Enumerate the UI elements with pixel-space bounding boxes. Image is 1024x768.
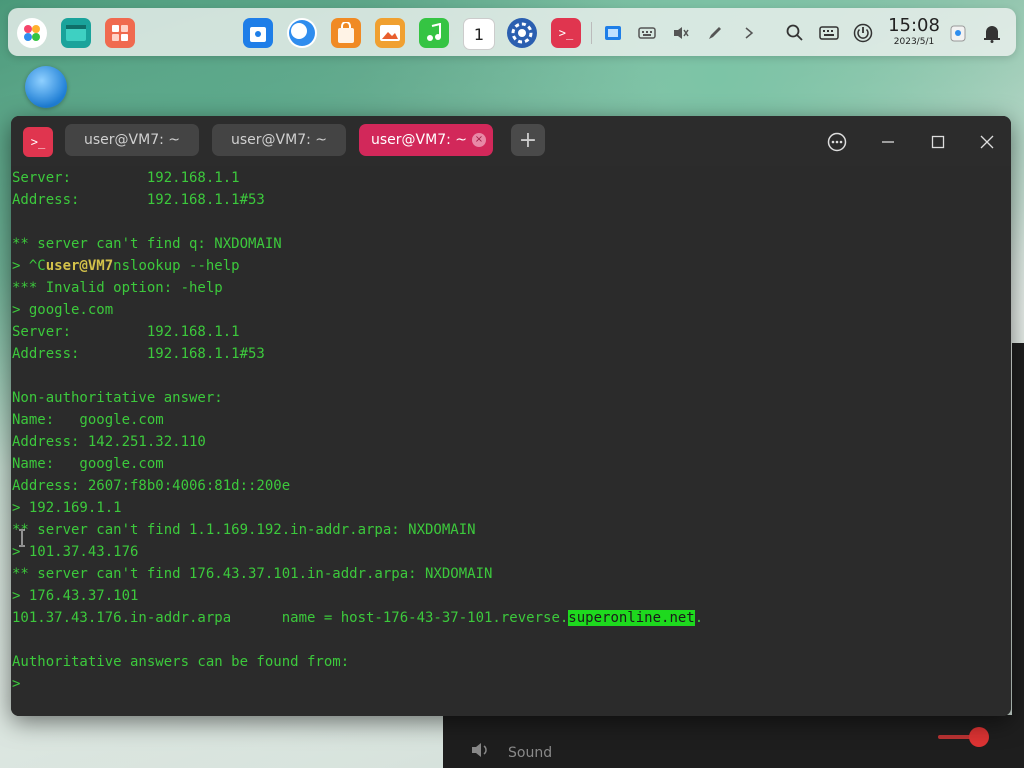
close-button[interactable]: [975, 130, 999, 154]
search-icon[interactable]: [784, 22, 806, 44]
terminal-line: Address: 142.251.32.110: [12, 434, 206, 450]
app-store-icon[interactable]: [105, 18, 135, 48]
maximize-button[interactable]: [926, 130, 950, 154]
terminal-line-prompt: > ^Cuser@VM7nslookup --help: [12, 255, 240, 277]
terminal-prompt-line: >: [12, 676, 21, 692]
launcher-grid-icon[interactable]: [17, 18, 47, 48]
terminal-line: > 192.169.1.1: [12, 500, 122, 516]
tab-label: user@VM7: ~: [371, 132, 467, 148]
terminal-app-icon: >_: [23, 127, 53, 157]
terminal-username: user@VM7: [45, 258, 114, 274]
terminal-text: > ^C: [12, 258, 46, 274]
terminal-line: Name: google.com: [12, 456, 164, 472]
selected-text[interactable]: superonline.net: [568, 610, 695, 626]
tab-2[interactable]: user@VM7: ~: [212, 124, 346, 156]
background-window-edge: [1012, 343, 1024, 723]
image-viewer-icon[interactable]: [375, 18, 405, 48]
terminal-line: > 101.37.43.176: [12, 544, 139, 560]
settings-gear-icon[interactable]: [507, 18, 537, 48]
terminal-line: *** Invalid option: -help: [12, 280, 223, 296]
screenshot-icon[interactable]: [602, 22, 624, 44]
terminal-text: 101.37.43.176.in-addr.arpa name = host-1…: [12, 610, 569, 626]
clock[interactable]: 15:08 2023/5/1: [884, 16, 944, 48]
terminal-line: ** server can't find q: NXDOMAIN: [12, 236, 282, 252]
file-manager-icon[interactable]: [61, 18, 91, 48]
dock-divider: [591, 22, 592, 44]
tab-1[interactable]: user@VM7: ~: [65, 124, 199, 156]
trash-icon[interactable]: [947, 22, 969, 44]
terminal-output[interactable]: Server: 192.168.1.1 Address: 192.168.1.1…: [11, 166, 1011, 716]
terminal-line: Address: 2607:f8b0:4006:81d::200e: [12, 478, 291, 494]
terminal-line: Address: 192.168.1.1#53: [12, 346, 265, 362]
chevron-right-icon[interactable]: [738, 22, 760, 44]
menu-icon[interactable]: [825, 130, 849, 154]
clock-date: 2023/5/1: [893, 37, 935, 47]
keyboard-layout-icon[interactable]: [818, 22, 840, 44]
music-icon[interactable]: [419, 18, 449, 48]
terminal-line: Non-authoritative answer:: [12, 390, 223, 406]
terminal-window: >_ user@VM7: ~ user@VM7: ~ user@VM7: ~ ×…: [11, 116, 1011, 716]
terminal-line: Server: 192.168.1.1: [12, 170, 240, 186]
tab-3-active[interactable]: user@VM7: ~ ×: [359, 124, 493, 156]
title-bar[interactable]: >_ user@VM7: ~ user@VM7: ~ user@VM7: ~ ×…: [11, 116, 1011, 166]
text-cursor-icon: [17, 529, 27, 551]
terminal-text: .: [694, 610, 704, 626]
keyboard-icon[interactable]: [636, 22, 658, 44]
terminal-line: > google.com: [12, 302, 114, 318]
tab-close-icon[interactable]: ×: [472, 133, 486, 147]
terminal-line: Address: 192.168.1.1#53: [12, 192, 265, 208]
minimize-button[interactable]: [876, 130, 900, 154]
clock-time: 15:08: [888, 15, 940, 36]
add-tab-button[interactable]: +: [511, 124, 545, 156]
power-icon[interactable]: [852, 22, 874, 44]
volume-slider-knob[interactable]: [969, 727, 989, 747]
shop-icon[interactable]: [331, 18, 361, 48]
deepin-store-icon[interactable]: [243, 18, 273, 48]
notification-bell-icon[interactable]: [981, 22, 1003, 44]
terminal-line: ** server can't find 1.1.169.192.in-addr…: [12, 522, 476, 538]
calendar-icon[interactable]: 1: [463, 18, 495, 50]
terminal-line: Server: 192.168.1.1: [12, 324, 240, 340]
tab-label: user@VM7: ~: [84, 132, 180, 148]
terminal-line: Name: google.com: [12, 412, 164, 428]
pen-icon[interactable]: [704, 22, 726, 44]
volume-muted-icon[interactable]: [670, 22, 692, 44]
deepin-launcher-icon[interactable]: [25, 66, 67, 108]
sound-label: Sound: [508, 745, 553, 761]
terminal-text: nslookup --help: [113, 258, 240, 274]
tab-label: user@VM7: ~: [231, 132, 327, 148]
terminal-line: ** server can't find 176.43.37.101.in-ad…: [12, 566, 493, 582]
terminal-line: Authoritative answers can be found from:: [12, 654, 350, 670]
browser-icon[interactable]: [287, 18, 317, 48]
terminal-line: > 176.43.37.101: [12, 588, 139, 604]
speaker-icon: [469, 739, 493, 763]
sound-settings-panel: Sound: [443, 715, 1024, 768]
top-dock: 1 >_ 15:08 2023/5/1: [8, 8, 1016, 56]
terminal-icon[interactable]: >_: [551, 18, 581, 48]
terminal-line: 101.37.43.176.in-addr.arpa name = host-1…: [12, 607, 703, 629]
